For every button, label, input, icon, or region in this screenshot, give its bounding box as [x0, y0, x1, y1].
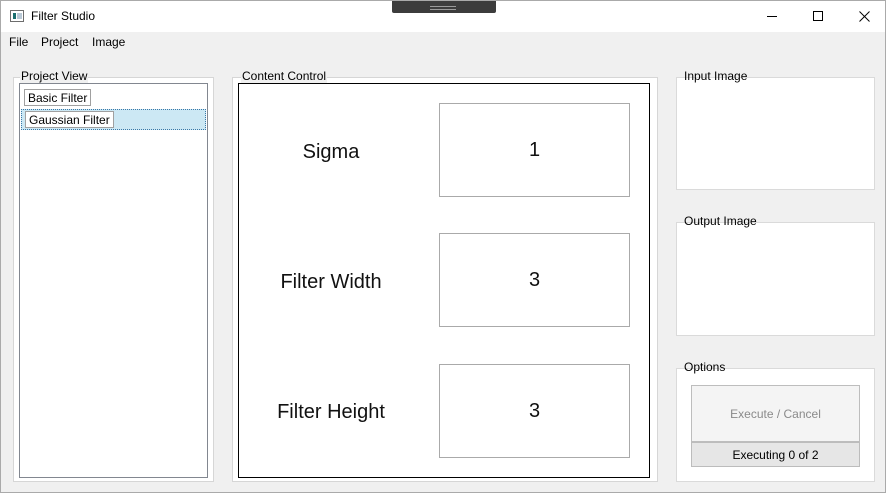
tree-item-gaussian-filter[interactable]: Gaussian Filter	[25, 111, 114, 128]
content-control-label: Content Control	[241, 69, 328, 83]
output-image-panel	[676, 222, 875, 336]
tree-item-basic-filter[interactable]: Basic Filter	[24, 89, 92, 106]
menu-project[interactable]: Project	[41, 35, 78, 49]
filter-height-label: Filter Height	[277, 401, 385, 423]
drag-handle[interactable]	[392, 1, 496, 13]
sigma-field[interactable]: 1	[439, 103, 630, 197]
filter-width-field[interactable]: 3	[439, 233, 630, 327]
close-button[interactable]	[841, 1, 886, 32]
output-image-label: Output Image	[684, 214, 757, 228]
project-tree[interactable]: Basic Filter Gaussian Filter	[19, 83, 208, 478]
maximize-button[interactable]	[795, 1, 841, 32]
minimize-icon	[766, 16, 777, 17]
window-title: Filter Studio	[31, 9, 96, 23]
filter-height-field[interactable]: 3	[439, 364, 630, 458]
app-window-icon	[10, 10, 24, 22]
options-label: Options	[684, 360, 726, 374]
execution-progress: Executing 0 of 2	[691, 442, 860, 467]
menu-file[interactable]: File	[9, 35, 28, 49]
input-image-panel	[676, 77, 875, 190]
input-image-label: Input Image	[684, 69, 748, 83]
content-control-frame: Sigma 1 Filter Width 3 Filter Height 3	[238, 83, 650, 478]
minimize-button[interactable]	[749, 1, 795, 32]
title-bar[interactable]: Filter Studio	[1, 1, 885, 32]
close-icon	[858, 11, 870, 22]
execute-cancel-button[interactable]: Execute / Cancel	[691, 385, 860, 442]
app-window: Filter Studio File Project Image Project…	[0, 0, 886, 493]
maximize-icon	[812, 11, 823, 21]
menu-bar: File Project Image	[1, 32, 885, 52]
project-view-label: Project View	[20, 69, 89, 83]
sigma-label: Sigma	[302, 141, 360, 163]
menu-image[interactable]: Image	[92, 35, 125, 49]
filter-width-label: Filter Width	[280, 271, 382, 293]
tree-item-gaussian-filter-row[interactable]: Gaussian Filter	[21, 109, 206, 130]
